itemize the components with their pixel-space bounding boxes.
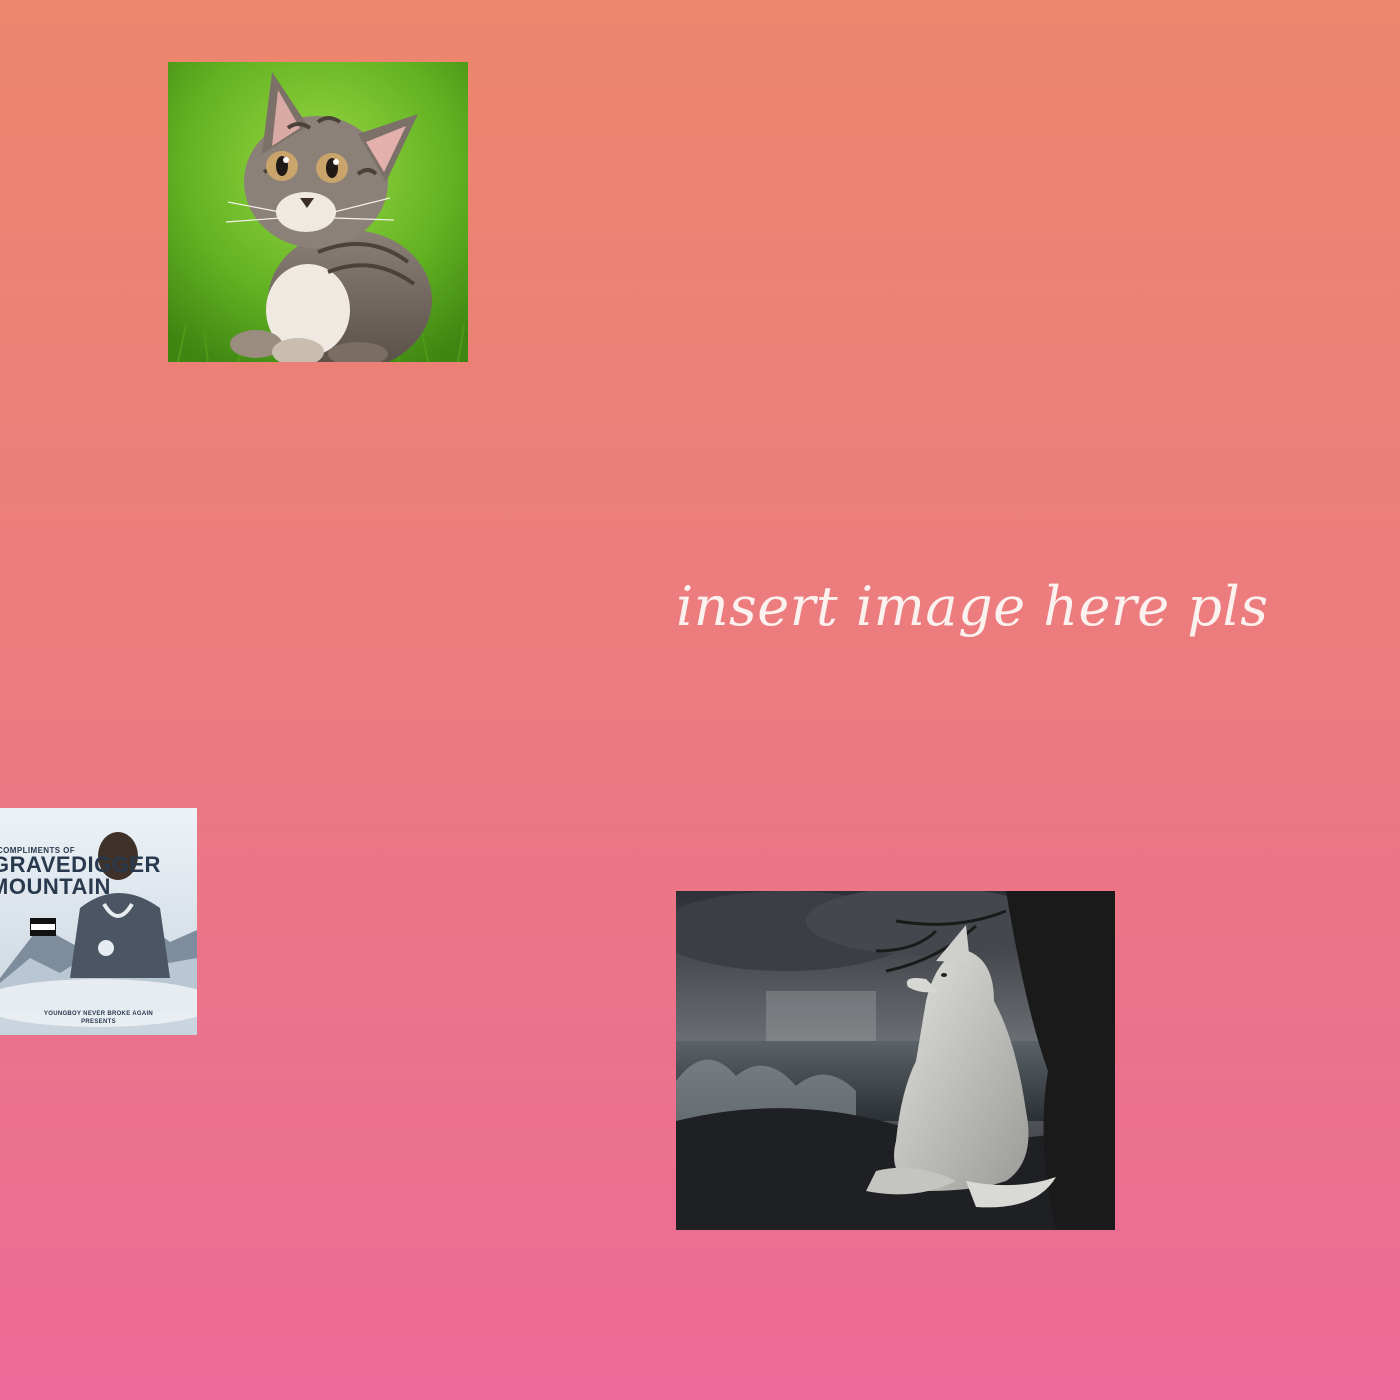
wolf-illustration [676,891,1115,1230]
wolf-artwork-image[interactable] [676,891,1115,1230]
album-credit-presents: PRESENTS [81,1019,116,1025]
album-title-line-1: GRAVEDIGGER [0,852,161,877]
caption-text: insert image here pls [676,575,1269,638]
album-illustration [0,808,197,1035]
album-title-line-2: MOUNTAIN [0,874,111,899]
canvas: COMPLIMENTS OF GRAVEDIGGER MOUNTAIN YOUN… [0,0,1400,1400]
album-cover-image[interactable]: COMPLIMENTS OF GRAVEDIGGER MOUNTAIN YOUN… [0,808,197,1035]
kitten-image[interactable] [168,62,468,362]
album-credit-artist: YOUNGBOY NEVER BROKE AGAIN [43,1011,154,1017]
kitten-illustration [168,62,468,362]
